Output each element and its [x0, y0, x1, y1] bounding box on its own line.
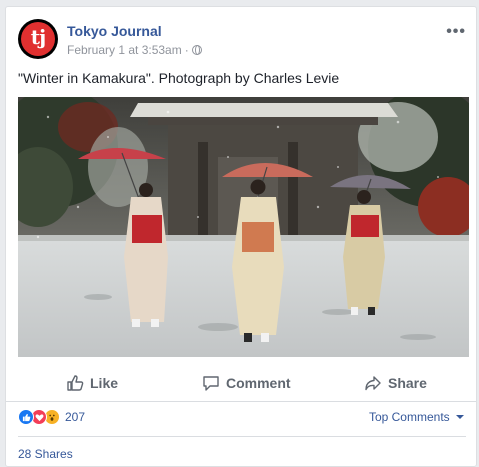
- avatar-logo: tj: [30, 25, 46, 49]
- comment-label: Comment: [226, 375, 291, 391]
- thumbs-up-icon: [67, 375, 84, 391]
- shares-count-link[interactable]: 28 Shares: [18, 447, 73, 461]
- comment-icon: [203, 376, 219, 391]
- more-options-icon[interactable]: •••: [446, 23, 466, 41]
- like-button[interactable]: Like: [66, 364, 118, 402]
- stats-divider: [18, 436, 466, 437]
- globe-icon[interactable]: [191, 45, 202, 55]
- share-label: Share: [388, 375, 427, 391]
- caret-down-icon: [456, 415, 464, 419]
- photo-illustration: [18, 97, 469, 357]
- meta-separator: ·: [184, 43, 189, 57]
- share-button[interactable]: Share: [364, 364, 427, 402]
- page-name-link[interactable]: Tokyo Journal: [67, 23, 162, 39]
- post-caption: "Winter in Kamakura". Photograph by Char…: [18, 70, 340, 86]
- like-icon: [18, 409, 34, 425]
- post-timestamp[interactable]: February 1 at 3:53am: [67, 43, 182, 57]
- post-header: tj Tokyo Journal February 1 at 3:53am · •…: [18, 19, 466, 61]
- top-comments-dropdown[interactable]: Top Comments: [369, 410, 464, 424]
- reactions-summary[interactable]: 207: [18, 407, 85, 427]
- top-comments-label: Top Comments: [368, 410, 450, 424]
- post-photo[interactable]: [18, 97, 469, 357]
- comment-button[interactable]: Comment: [202, 364, 291, 402]
- like-label: Like: [90, 375, 119, 391]
- reaction-count[interactable]: 207: [65, 410, 85, 424]
- post-meta: February 1 at 3:53am ·: [67, 43, 202, 57]
- page-avatar[interactable]: tj: [18, 19, 58, 59]
- post-actions-bar: Like Comment Share: [6, 364, 476, 402]
- share-arrow-icon: [365, 376, 381, 391]
- post-card: tj Tokyo Journal February 1 at 3:53am · •…: [5, 6, 477, 467]
